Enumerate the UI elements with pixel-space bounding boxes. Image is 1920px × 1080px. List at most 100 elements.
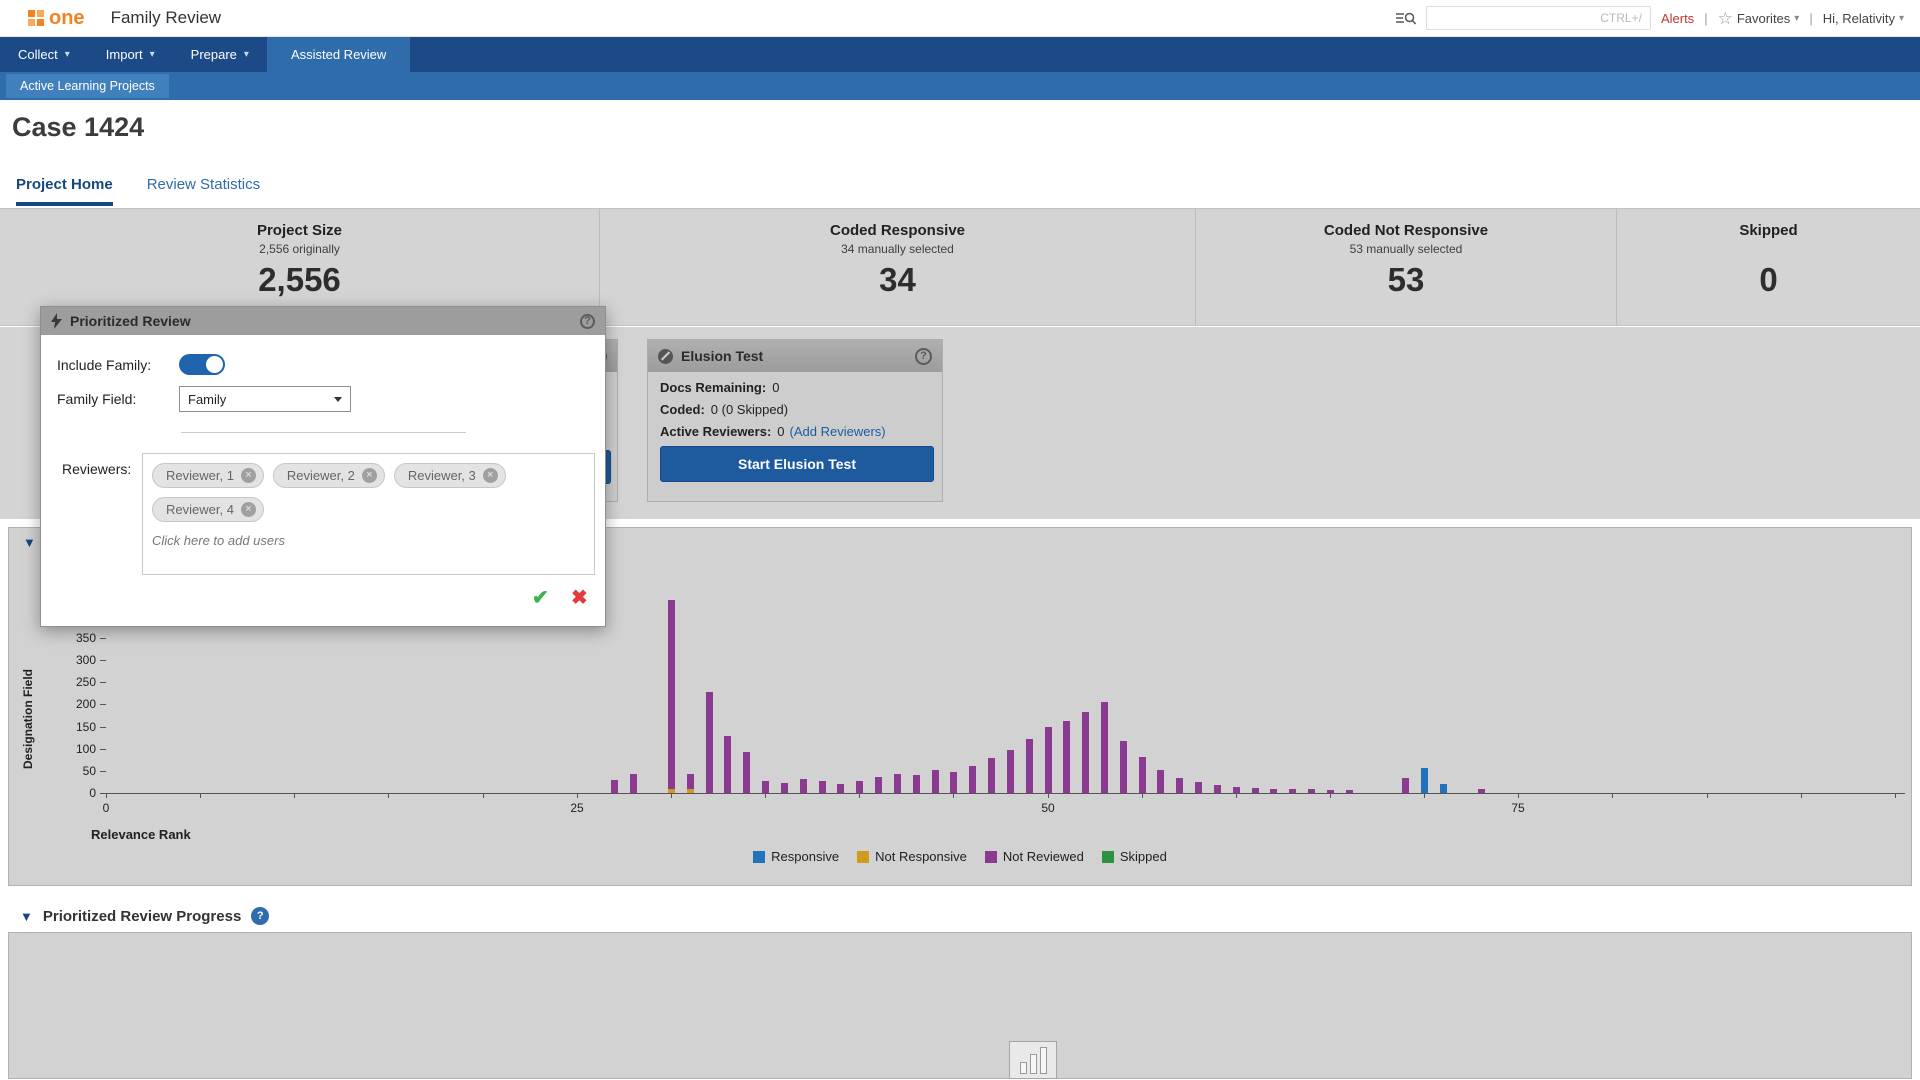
nav-item-assisted-review[interactable]: Assisted Review (267, 37, 410, 72)
stat-value: 0 (1617, 261, 1920, 299)
chart-bar (1045, 727, 1052, 793)
chart-bar (1214, 785, 1221, 793)
chevron-down-icon: ▾ (244, 49, 249, 60)
reviewer-chip: Reviewer, 3 × (394, 463, 506, 488)
chart-bar (630, 774, 637, 793)
x-axis-label: Relevance Rank (91, 827, 191, 842)
x-axis-tick (1612, 793, 1613, 798)
chart-bar (1063, 721, 1070, 793)
x-tick-label: 50 (1028, 801, 1068, 815)
y-axis-tick (100, 660, 106, 661)
legend-label: Responsive (771, 849, 839, 864)
remove-chip-icon[interactable]: × (241, 468, 256, 483)
progress-section-title: Prioritized Review Progress (43, 908, 241, 925)
elusion-row: Docs Remaining:0 (660, 380, 930, 395)
user-menu[interactable]: Hi, Relativity ▾ (1823, 11, 1904, 26)
chart-bar (687, 774, 694, 789)
help-icon[interactable]: ? (580, 314, 595, 329)
collapse-progress-toggle[interactable]: ▼ (20, 909, 33, 924)
card-header: Elusion Test ? (648, 340, 942, 372)
chart-bar (1007, 750, 1014, 793)
alerts-link[interactable]: Alerts (1661, 11, 1694, 26)
stat-coded-not-responsive: Coded Not Responsive 53 manually selecte… (1196, 209, 1617, 325)
chart-bar (1157, 770, 1164, 793)
chip-label: Reviewer, 4 (166, 502, 234, 517)
x-axis-tick (388, 793, 389, 798)
help-icon[interactable]: ? (915, 348, 932, 365)
legend-item: Not Reviewed (985, 849, 1084, 864)
elusion-row: Active Reviewers:0(Add Reviewers) (660, 424, 930, 439)
y-tick-label: 100 (58, 742, 96, 756)
y-tick-label: 350 (58, 631, 96, 645)
stat-sub: 34 manually selected (600, 242, 1195, 256)
x-axis-tick (1424, 793, 1425, 798)
remove-chip-icon[interactable]: × (362, 468, 377, 483)
favorites-label: Favorites (1737, 11, 1790, 26)
nav-label: Assisted Review (291, 47, 386, 62)
chart-bar (1082, 712, 1089, 793)
chart-bar (743, 752, 750, 793)
subnav-item-active-learning-projects[interactable]: Active Learning Projects (6, 74, 169, 98)
modal-body: Include Family: Family Field: Family Rev… (41, 335, 605, 627)
topbar-right: Alerts | ☆ Favorites ▾ | Hi, Relativity … (1396, 6, 1920, 30)
include-family-toggle[interactable] (179, 354, 225, 375)
elusion-body: Docs Remaining:0 Coded:0 (0 Skipped) Act… (648, 372, 942, 482)
logo-square (28, 19, 35, 26)
legend-label: Not Reviewed (1003, 849, 1084, 864)
y-tick-label: 0 (58, 786, 96, 800)
card-title: Elusion Test (681, 348, 763, 364)
cancel-button[interactable]: ✖ (571, 585, 588, 610)
row-label: Coded: (660, 402, 705, 417)
nav-item-prepare[interactable]: Prepare ▾ (173, 37, 267, 72)
legend-swatch (857, 851, 869, 863)
chip-label: Reviewer, 3 (408, 468, 476, 483)
x-axis-tick (953, 793, 954, 798)
tab-review-statistics[interactable]: Review Statistics (147, 176, 260, 206)
confirm-button[interactable]: ✔ (532, 585, 549, 610)
row-label: Active Reviewers: (660, 424, 771, 439)
search-icon[interactable] (1396, 11, 1416, 26)
x-axis-tick (577, 793, 578, 798)
row-value: 0 (772, 380, 779, 395)
tab-project-home[interactable]: Project Home (16, 176, 113, 206)
chart-bar (1120, 741, 1127, 793)
add-users-placeholder[interactable]: Click here to add users (152, 533, 585, 548)
chip-label: Reviewer, 2 (287, 468, 355, 483)
y-tick-label: 250 (58, 675, 96, 689)
separator: | (1704, 11, 1707, 26)
y-axis-tick (100, 793, 106, 794)
nav-item-import[interactable]: Import ▾ (88, 37, 173, 72)
remove-chip-icon[interactable]: × (483, 468, 498, 483)
elusion-test-card: Elusion Test ? Docs Remaining:0 Coded:0 … (647, 339, 943, 502)
progress-section-header: ▼ Prioritized Review Progress ? (0, 901, 1920, 931)
chart-bar (894, 774, 901, 793)
chart-bar (932, 770, 939, 793)
family-field-select[interactable]: Family (179, 386, 351, 412)
legend-item: Responsive (753, 849, 839, 864)
add-reviewers-link[interactable]: (Add Reviewers) (790, 424, 886, 439)
chart-bar (1270, 789, 1277, 793)
reviewers-box[interactable]: Reviewer, 1 × Reviewer, 2 × Reviewer, 3 … (142, 453, 595, 575)
chevron-down-icon: ▾ (1794, 13, 1799, 24)
chart-placeholder-icon (1009, 1041, 1057, 1079)
nav-label: Import (106, 47, 143, 62)
favorites-menu[interactable]: ☆ Favorites ▾ (1718, 10, 1800, 27)
y-tick-label: 300 (58, 653, 96, 667)
legend-swatch (1102, 851, 1114, 863)
placeholder-bar (1040, 1047, 1047, 1074)
y-tick-label: 200 (58, 697, 96, 711)
remove-chip-icon[interactable]: × (241, 502, 256, 517)
y-axis-tick (100, 727, 106, 728)
lightning-icon (51, 313, 62, 329)
start-elusion-test-button[interactable]: Start Elusion Test (660, 446, 934, 482)
search-input[interactable] (1426, 6, 1651, 30)
chart-bar (611, 780, 618, 793)
help-icon[interactable]: ? (251, 907, 269, 925)
relativity-logo-icon (28, 10, 44, 26)
toggle-knob (206, 356, 223, 373)
app-title: Family Review (111, 8, 222, 28)
user-label: Hi, Relativity (1823, 11, 1895, 26)
chart-bar (781, 783, 788, 793)
nav-item-collect[interactable]: Collect ▾ (0, 37, 88, 72)
logo-square (28, 10, 35, 17)
